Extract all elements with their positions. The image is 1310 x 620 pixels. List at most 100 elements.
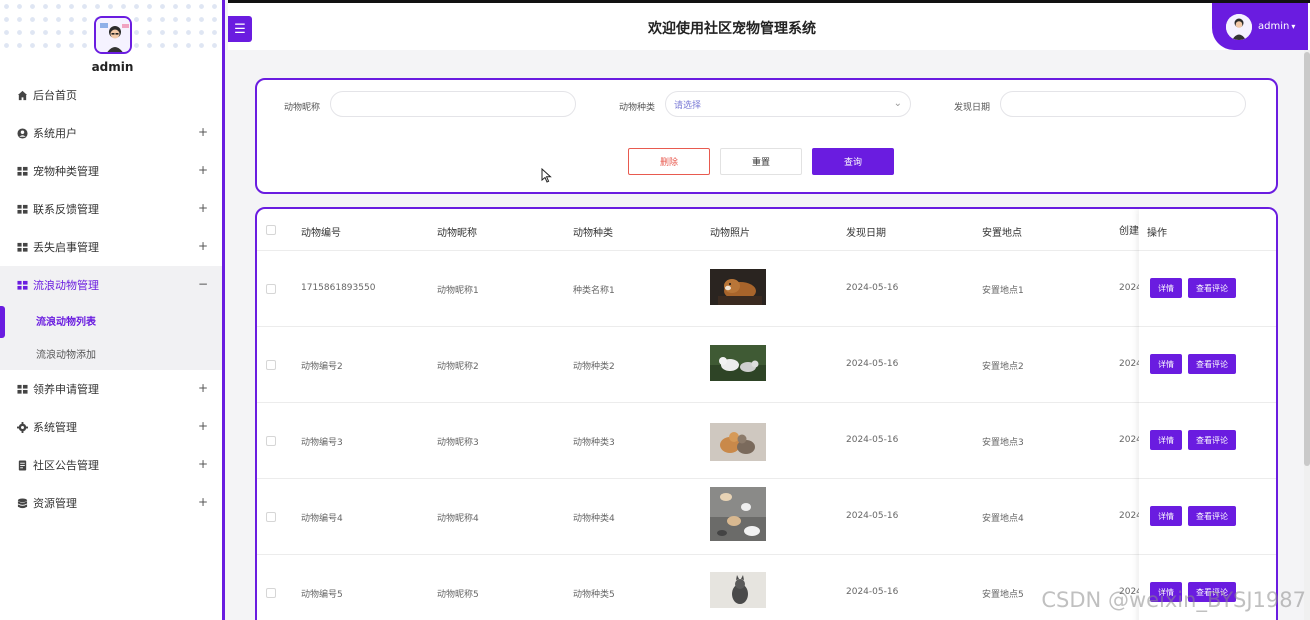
doc-icon — [16, 459, 28, 471]
detail-button[interactable]: 详情 — [1150, 278, 1182, 298]
grid-icon — [16, 383, 28, 395]
animal-name: 动物昵称4 — [437, 514, 479, 524]
sidebar-item-pet-type[interactable]: 宠物种类管理 + — [0, 152, 222, 190]
sidebar-item-notice[interactable]: 社区公告管理 + — [0, 446, 222, 484]
date-input[interactable] — [1000, 91, 1246, 117]
animal-type: 动物种类2 — [573, 362, 615, 372]
animal-name: 动物昵称5 — [437, 590, 479, 600]
delete-button[interactable]: 删除 — [628, 148, 710, 175]
animal-name: 动物昵称3 — [437, 438, 479, 448]
query-button[interactable]: 查询 — [812, 148, 894, 175]
sidebar-item-home[interactable]: 后台首页 — [0, 76, 222, 114]
sidebar-item-system[interactable]: 系统管理 + — [0, 408, 222, 446]
expand-icon[interactable]: + — [198, 495, 208, 509]
column-header: 动物照片 — [710, 228, 750, 239]
sidebar-username: admin — [91, 60, 134, 74]
expand-icon[interactable]: + — [198, 457, 208, 471]
dog-photo[interactable] — [710, 269, 766, 305]
column-header: 发现日期 — [846, 228, 886, 239]
detail-button[interactable]: 详情 — [1150, 354, 1182, 374]
search-panel: 动物昵称 动物种类 请选择 ⌄ 发现日期 删除 重置 查询 — [255, 78, 1278, 194]
mouse-cursor-icon — [541, 167, 552, 187]
kitten-photo[interactable] — [710, 572, 766, 608]
animal-id: 动物编号5 — [301, 590, 343, 600]
watermark: CSDN @weixin_BYSJ1987 — [1041, 588, 1306, 612]
type-select[interactable]: 请选择 ⌄ — [665, 91, 911, 117]
row-checkbox[interactable] — [266, 284, 276, 294]
grid-icon — [16, 203, 28, 215]
row-checkbox[interactable] — [266, 512, 276, 522]
submenu-stray-animals: 流浪动物列表 流浪动物添加 — [0, 304, 222, 370]
street-cats-photo[interactable] — [710, 487, 766, 541]
animal-name: 动物昵称1 — [437, 286, 479, 296]
table-header: 动物编号 动物昵称 动物种类 动物照片 发现日期 安置地点 创建 — [257, 209, 1276, 251]
column-header: 动物编号 — [301, 228, 341, 239]
view-comments-button[interactable]: 查看评论 — [1188, 354, 1236, 374]
grid-icon — [16, 241, 28, 253]
row-divider — [1139, 554, 1276, 555]
action-column: 操作 详情 查看评论 详情 查看评论 详情 查看评论 详情 查看评论 详情 查看… — [1139, 209, 1276, 620]
database-icon — [16, 497, 28, 509]
sidebar-item-system-users[interactable]: 系统用户 + — [0, 114, 222, 152]
sidebar-item-resources[interactable]: 资源管理 + — [0, 484, 222, 522]
sidebar-item-label: 丢失启事管理 — [33, 241, 99, 254]
scrollbar-thumb[interactable] — [1304, 52, 1310, 466]
date-label: 发现日期 — [954, 103, 991, 113]
detail-button[interactable]: 详情 — [1150, 430, 1182, 450]
table-row: 1715861893550 动物昵称1 种类名称1 2024-05-16 安置地… — [257, 251, 1276, 327]
expand-icon[interactable]: + — [198, 381, 208, 395]
animal-type: 动物种类4 — [573, 514, 615, 524]
animal-id: 动物编号2 — [301, 362, 343, 372]
name-input[interactable] — [330, 91, 576, 117]
animal-id: 动物编号3 — [301, 438, 343, 448]
user-icon — [16, 127, 28, 139]
cats-playing-photo[interactable] — [710, 423, 766, 461]
view-comments-button[interactable]: 查看评论 — [1188, 506, 1236, 526]
sidebar-item-label: 系统管理 — [33, 421, 77, 434]
submenu-item-stray-list[interactable]: 流浪动物列表 — [0, 304, 222, 338]
data-table: 动物编号 动物昵称 动物种类 动物照片 发现日期 安置地点 创建 1715861… — [255, 207, 1278, 620]
submenu-item-label: 流浪动物添加 — [36, 350, 96, 361]
view-comments-button[interactable]: 查看评论 — [1188, 278, 1236, 298]
row-checkbox[interactable] — [266, 588, 276, 598]
submenu-item-label: 流浪动物列表 — [36, 317, 96, 328]
sidebar-item-label: 流浪动物管理 — [33, 279, 99, 292]
avatar[interactable] — [94, 16, 132, 54]
top-header: ☰ 欢迎使用社区宠物管理系统 admin ▾ — [228, 0, 1310, 50]
sidebar-item-lost-notice[interactable]: 丢失启事管理 + — [0, 228, 222, 266]
found-date: 2024-05-16 — [846, 587, 899, 597]
view-comments-button[interactable]: 查看评论 — [1188, 430, 1236, 450]
row-checkbox[interactable] — [266, 360, 276, 370]
expand-icon[interactable]: + — [198, 419, 208, 433]
reset-button[interactable]: 重置 — [720, 148, 802, 175]
sidebar-item-label: 宠物种类管理 — [33, 165, 99, 178]
sidebar-item-feedback[interactable]: 联系反馈管理 + — [0, 190, 222, 228]
found-date: 2024-05-16 — [846, 359, 899, 369]
select-all-checkbox[interactable] — [266, 225, 276, 235]
cat-grass-photo[interactable] — [710, 345, 766, 381]
sidebar-item-adoption[interactable]: 领养申请管理 + — [0, 370, 222, 408]
sidebar-item-stray-animals[interactable]: 流浪动物管理 − — [0, 266, 222, 304]
detail-button[interactable]: 详情 — [1150, 506, 1182, 526]
sidebar-item-label: 社区公告管理 — [33, 459, 99, 472]
animal-type: 动物种类5 — [573, 590, 615, 600]
sidebar-item-label: 联系反馈管理 — [33, 203, 99, 216]
collapse-icon[interactable]: − — [198, 277, 208, 291]
found-date: 2024-05-16 — [846, 283, 899, 293]
column-header: 创建 — [1119, 226, 1139, 237]
expand-icon[interactable]: + — [198, 163, 208, 177]
submenu-item-stray-add[interactable]: 流浪动物添加 — [0, 337, 222, 370]
column-header: 动物种类 — [573, 228, 613, 239]
expand-icon[interactable]: + — [198, 201, 208, 215]
page-title: 欢迎使用社区宠物管理系统 — [648, 21, 816, 37]
expand-icon[interactable]: + — [198, 239, 208, 253]
table-row: 动物编号3 动物昵称3 动物种类3 2024-05-16 安置地点3 2024 — [257, 403, 1276, 479]
user-menu[interactable]: admin ▾ — [1212, 3, 1308, 50]
place: 安置地点5 — [982, 590, 1024, 600]
expand-icon[interactable]: + — [198, 125, 208, 139]
action-header: 操作 — [1139, 209, 1276, 251]
gear-icon — [16, 421, 28, 433]
page-scrollbar[interactable] — [1304, 50, 1310, 620]
row-checkbox[interactable] — [266, 436, 276, 446]
sidebar: admin 后台首页 系统用户 + 宠物种类管理 + 联系反馈管理 + 丢失启事… — [0, 0, 225, 620]
